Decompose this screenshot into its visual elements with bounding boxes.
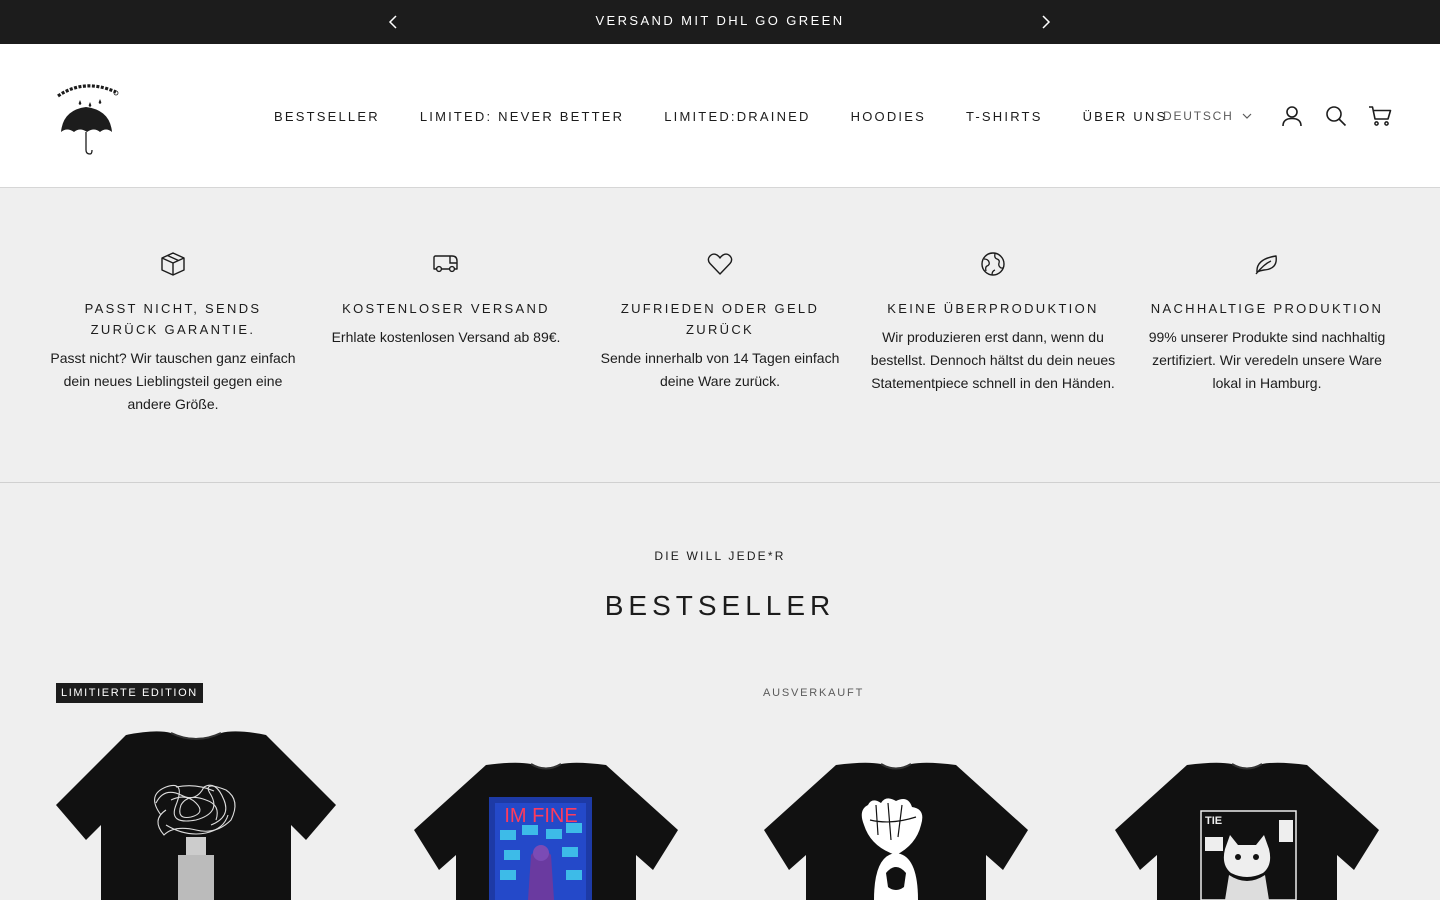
- feature-text: Sende innerhalb von 14 Tagen einfach dei…: [600, 350, 840, 389]
- main-nav: BESTSELLER LIMITED: NEVER BETTER LIMITED…: [274, 108, 1207, 124]
- product-card-3[interactable]: [746, 725, 1046, 900]
- announcement-text: VERSAND MIT DHL GO GREEN: [595, 13, 845, 28]
- feature-sustainable: NACHHALTIGE PRODUKTION 99% unserer Produ…: [1142, 250, 1392, 395]
- language-label: DEUTSCH: [1163, 109, 1234, 123]
- sold-out-badge: AUSVERKAUFT: [763, 687, 865, 699]
- logo[interactable]: [54, 80, 122, 156]
- product-image-tshirt-anatomical-heart: [764, 762, 1028, 900]
- user-icon: [1282, 106, 1302, 127]
- product-image-tshirt-tangled-head: [56, 731, 336, 900]
- site-header: BESTSELLER LIMITED: NEVER BETTER LIMITED…: [0, 44, 1440, 188]
- leaf-icon: [1255, 255, 1277, 275]
- heart-icon: [707, 253, 733, 275]
- language-selector[interactable]: DEUTSCH: [1163, 109, 1252, 123]
- chevron-down-icon: [1242, 113, 1252, 119]
- feature-text: Erhlate kostenlosen Versand ab 89€.: [331, 329, 561, 345]
- feature-title: NACHHALTIGE PRODUKTION: [1150, 301, 1384, 316]
- limited-edition-badge: LIMITIERTE EDITION: [56, 683, 203, 703]
- feature-free-shipping: KOSTENLOSER VERSAND Erhlate kostenlosen …: [321, 250, 571, 349]
- umbrella-logo-icon: [57, 84, 119, 155]
- feature-title: PASST NICHT, SENDS ZURÜCK GARANTIE.: [84, 301, 262, 337]
- product-card-2[interactable]: IM FINE: [396, 725, 696, 900]
- announcement-bar: VERSAND MIT DHL GO GREEN: [0, 0, 1440, 44]
- box-icon: [161, 252, 185, 276]
- feature-text: Wir produzieren erst dann, wenn du beste…: [870, 329, 1116, 391]
- account-button[interactable]: [1280, 104, 1304, 128]
- announcement-next-button[interactable]: [1036, 12, 1056, 32]
- cart-button[interactable]: [1368, 104, 1392, 128]
- search-button[interactable]: [1324, 104, 1348, 128]
- feature-text: Passt nicht? Wir tauschen ganz einfach d…: [50, 350, 296, 412]
- feature-title: KEINE ÜBERPRODUKTION: [887, 301, 1099, 316]
- globe-icon: [981, 252, 1005, 276]
- shopping-cart-icon: [1369, 106, 1392, 126]
- section-kicker: DIE WILL JEDE*R: [654, 549, 786, 563]
- feature-return-guarantee: PASST NICHT, SENDS ZURÜCK GARANTIE. Pass…: [48, 250, 298, 416]
- product-print-text: TIE: [1205, 815, 1222, 827]
- product-print-text: IM FINE: [504, 805, 577, 827]
- feature-money-back: ZUFRIEDEN ODER GELD ZURÜCK Sende innerha…: [595, 250, 845, 393]
- feature-text: 99% unserer Produkte sind nachhaltig zer…: [1148, 329, 1386, 391]
- search-icon: [1326, 106, 1347, 127]
- feature-title: ZUFRIEDEN ODER GELD ZURÜCK: [620, 301, 820, 337]
- product-image-tshirt-cat-console: TIE: [1115, 762, 1379, 900]
- product-card-1[interactable]: [46, 725, 346, 900]
- truck-icon: [433, 255, 458, 273]
- product-image-tshirt-im-fine: IM FINE: [414, 762, 678, 900]
- feature-no-overproduction: KEINE ÜBERPRODUKTION Wir produzieren ers…: [868, 250, 1118, 395]
- chevron-right-icon: [1042, 15, 1051, 29]
- nav-item-limited-drained[interactable]: LIMITED:DRAINED: [664, 109, 810, 124]
- features-section: PASST NICHT, SENDS ZURÜCK GARANTIE. Pass…: [0, 188, 1440, 483]
- nav-item-t-shirts[interactable]: T-SHIRTS: [966, 109, 1043, 124]
- nav-item-hoodies[interactable]: HOODIES: [851, 109, 926, 124]
- product-card-4[interactable]: TIE: [1097, 725, 1397, 900]
- nav-item-bestseller[interactable]: BESTSELLER: [274, 109, 380, 124]
- section-title: BESTSELLER: [604, 590, 836, 621]
- feature-title: KOSTENLOSER VERSAND: [342, 301, 550, 316]
- nav-item-ueber-uns[interactable]: ÜBER UNS: [1083, 109, 1168, 124]
- nav-item-limited-never-better[interactable]: LIMITED: NEVER BETTER: [420, 109, 624, 124]
